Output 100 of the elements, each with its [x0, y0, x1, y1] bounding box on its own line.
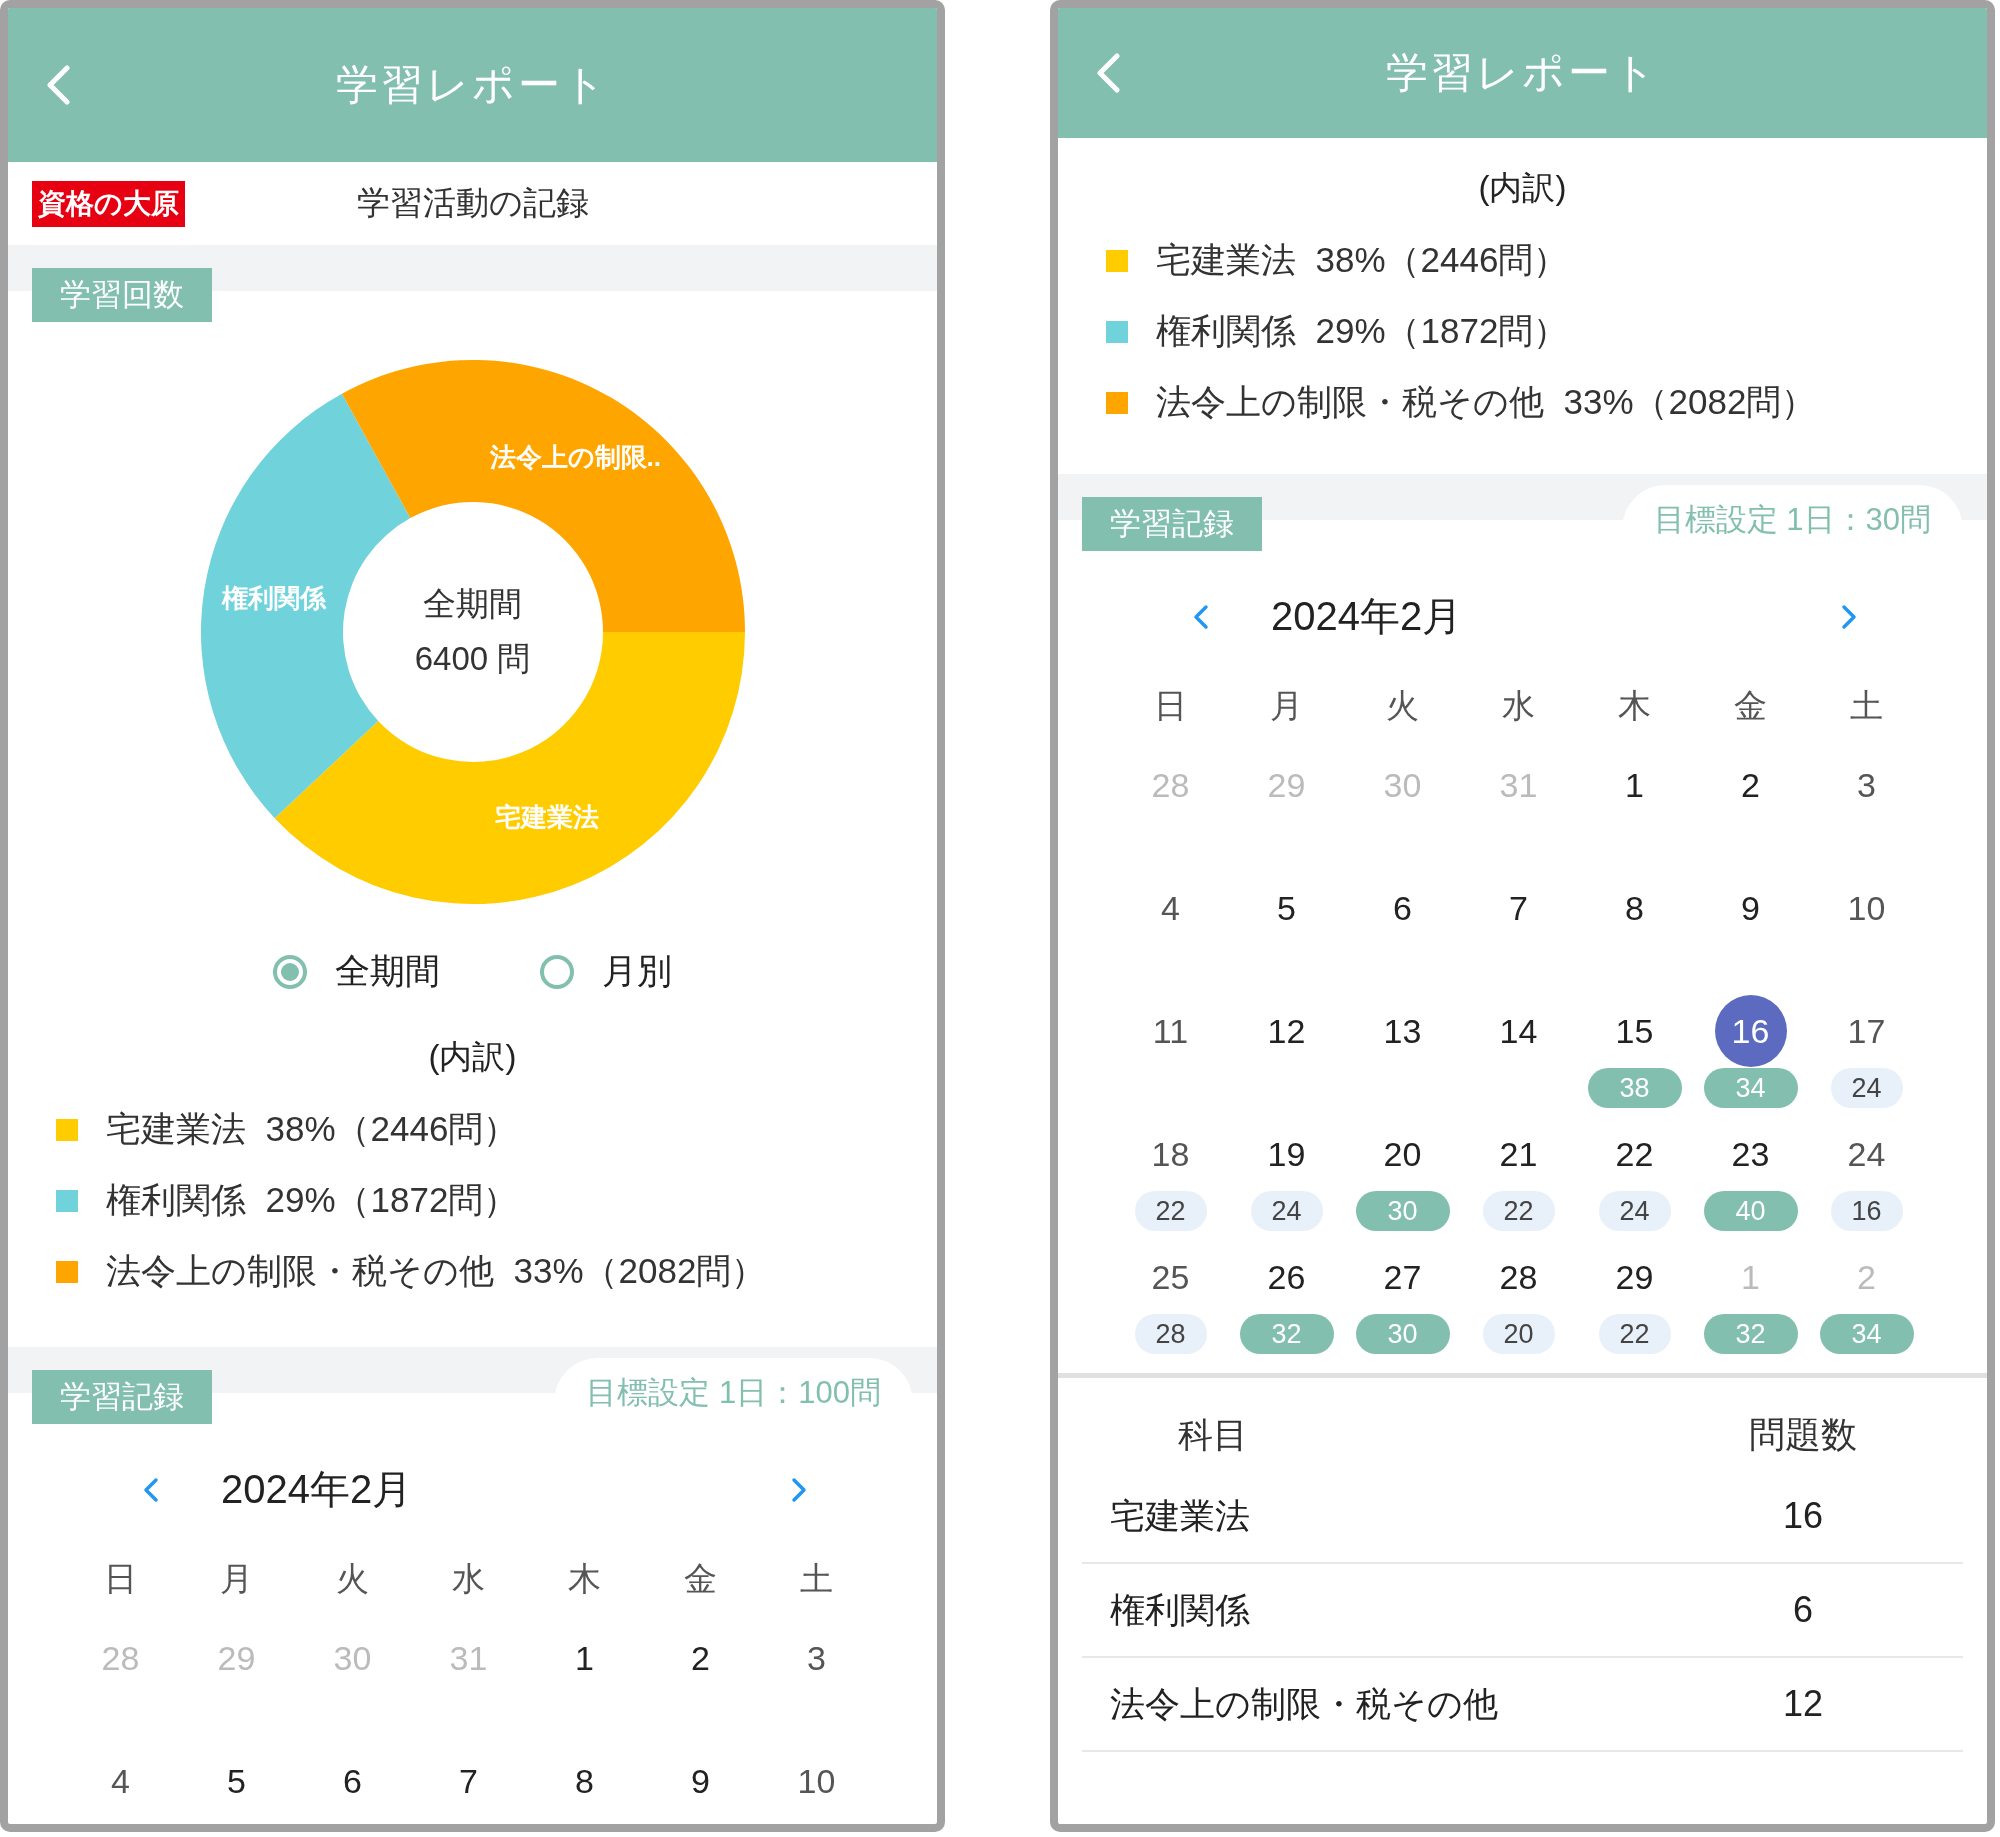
weekday-label: 土: [1849, 686, 1884, 726]
calendar-day[interactable]: 9: [655, 1756, 746, 1806]
question-count: 40: [1703, 1191, 1798, 1231]
slice-label: 宅建業法: [494, 801, 599, 832]
calendar-day[interactable]: 2: [1705, 760, 1796, 810]
calendar-day[interactable]: 24: [1821, 1129, 1912, 1179]
calendar-day[interactable]: 17: [1821, 1006, 1912, 1056]
center-label: 全期間: [423, 584, 522, 624]
screen-title: 学習レポート: [1386, 48, 1659, 98]
calendar-day[interactable]: 12: [1241, 1006, 1332, 1056]
column-header: 科目: [1177, 1413, 1249, 1456]
weekday-label: 土: [799, 1559, 834, 1599]
calendar-day[interactable]: 26: [1241, 1252, 1332, 1302]
prev-month-icon[interactable]: [1193, 603, 1209, 630]
calendar-day[interactable]: 5: [191, 1756, 282, 1806]
question-count: 30: [1355, 1191, 1450, 1231]
legend-text: 権利関係 29%（1872問）: [1156, 310, 1569, 352]
calendar-day[interactable]: 1: [1589, 760, 1680, 810]
weekday-label: 月: [219, 1559, 254, 1599]
weekday-label: 火: [335, 1559, 370, 1599]
weekday-label: 木: [1617, 686, 1652, 726]
question-count: 24: [1830, 1068, 1903, 1108]
calendar-day[interactable]: 5: [1241, 883, 1332, 933]
question-count: 34: [1703, 1068, 1798, 1108]
question-count: 30: [1355, 1314, 1450, 1354]
count-cell-text: 16: [1781, 1495, 1824, 1537]
slice-label: 法令上の制限..: [489, 441, 661, 472]
weekday-label: 水: [1501, 686, 1536, 726]
calendar-day[interactable]: 27: [1357, 1252, 1448, 1302]
calendar-day[interactable]: 9: [1705, 883, 1796, 933]
calendar-day[interactable]: 19: [1241, 1129, 1332, 1179]
calendar-day[interactable]: 8: [539, 1756, 630, 1806]
calendar-day[interactable]: 6: [1357, 883, 1448, 933]
calendar-day[interactable]: 6: [307, 1756, 398, 1806]
center-value: 6400 問: [414, 639, 531, 679]
back-icon[interactable]: [1096, 53, 1120, 93]
question-count: 24: [1250, 1191, 1323, 1231]
calendar-day[interactable]: 20: [1357, 1129, 1448, 1179]
calendar-day[interactable]: 23: [1705, 1129, 1796, 1179]
calendar-day[interactable]: 15: [1589, 1006, 1680, 1056]
question-count: 20: [1482, 1314, 1555, 1354]
calendar-day[interactable]: 25: [1125, 1252, 1216, 1302]
calendar-day[interactable]: 28: [1473, 1252, 1564, 1302]
month-title: 2024年2月: [221, 1466, 414, 1513]
brand-logo: 資格の大原: [32, 180, 185, 227]
breakdown-heading: (内訳): [428, 1037, 517, 1077]
count-cell-text: 12: [1781, 1683, 1824, 1725]
question-count: 22: [1598, 1314, 1671, 1354]
legend-text: 宅建業法 38%（2446問）: [1156, 239, 1569, 281]
question-count: 22: [1482, 1191, 1555, 1231]
calendar-day[interactable]: 14: [1473, 1006, 1564, 1056]
slice-label: 権利関係: [221, 583, 326, 614]
question-count: 34: [1819, 1314, 1914, 1354]
calendar-day[interactable]: 13: [1357, 1006, 1448, 1056]
calendar-day[interactable]: 11: [1125, 1006, 1216, 1056]
prev-month-icon[interactable]: [143, 1476, 159, 1503]
calendar-day[interactable]: 3: [1821, 760, 1912, 810]
page-subtitle: 学習活動の記録: [356, 183, 589, 223]
legend-text: 法令上の制限・税その他 33%（2082問）: [106, 1250, 767, 1292]
calendar-day[interactable]: 7: [423, 1756, 514, 1806]
radio-button[interactable]: [273, 954, 307, 989]
radio-button[interactable]: [540, 954, 574, 989]
question-count: 38: [1587, 1068, 1682, 1108]
calendar-day[interactable]: 3: [771, 1633, 862, 1683]
weekday-label: 水: [451, 1559, 486, 1599]
legend-text: 権利関係 29%（1872問）: [106, 1179, 519, 1221]
question-count: 32: [1703, 1314, 1798, 1354]
calendar-day[interactable]: 7: [1473, 883, 1564, 933]
radio-label[interactable]: 全期間: [335, 948, 440, 995]
breakdown-heading: (内訳): [1478, 168, 1567, 208]
calendar-day[interactable]: 29: [1589, 1252, 1680, 1302]
question-count: 28: [1134, 1314, 1207, 1354]
subject-cell-text: 権利関係: [1109, 1588, 1251, 1631]
question-count: 22: [1134, 1191, 1207, 1231]
month-title: 2024年2月: [1271, 593, 1464, 640]
calendar-day[interactable]: 22: [1589, 1129, 1680, 1179]
calendar-day[interactable]: 1: [539, 1633, 630, 1683]
calendar-day[interactable]: 10: [771, 1756, 862, 1806]
legend-text: 宅建業法 38%（2446問）: [106, 1108, 519, 1150]
weekday-label: 日: [103, 1559, 138, 1599]
back-icon[interactable]: [46, 65, 70, 105]
next-month-icon[interactable]: [791, 1476, 807, 1503]
calendar-day[interactable]: 16: [1714, 995, 1787, 1067]
section-tag: 学習記録: [32, 1370, 212, 1424]
calendar-day[interactable]: 8: [1589, 883, 1680, 933]
section-tag: 学習回数: [32, 268, 212, 322]
radio-label[interactable]: 月別: [602, 948, 672, 995]
subject-cell-text: 法令上の制限・税その他: [1109, 1682, 1499, 1725]
column-header: 問題数: [1748, 1412, 1858, 1457]
calendar-day[interactable]: 10: [1821, 883, 1912, 933]
weekday-label: 金: [1733, 686, 1768, 726]
subject-cell-text: 宅建業法: [1109, 1494, 1251, 1537]
calendar-day[interactable]: 4: [1125, 883, 1216, 933]
calendar-day[interactable]: 21: [1473, 1129, 1564, 1179]
calendar-day[interactable]: 18: [1125, 1129, 1216, 1179]
next-month-icon[interactable]: [1841, 603, 1857, 630]
weekday-label: 月: [1269, 686, 1304, 726]
calendar-day[interactable]: 4: [75, 1756, 166, 1806]
weekday-label: 金: [683, 1559, 718, 1599]
calendar-day[interactable]: 2: [655, 1633, 746, 1683]
